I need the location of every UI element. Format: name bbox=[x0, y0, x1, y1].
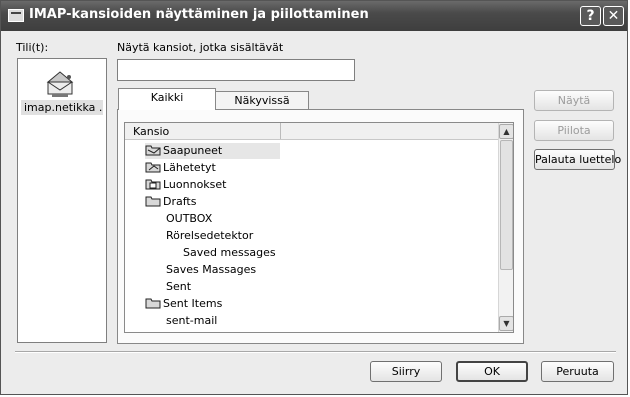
folder-name: Saapuneet bbox=[163, 144, 223, 157]
folder-name: Saves Massages bbox=[166, 263, 257, 276]
help-button[interactable]: ? bbox=[580, 6, 601, 26]
window-title: IMAP-kansioiden näyttäminen ja piilottam… bbox=[29, 7, 369, 22]
folder-row-sent-mail[interactable]: sent-mail bbox=[166, 313, 217, 329]
column-separator[interactable] bbox=[280, 123, 281, 139]
cancel-button[interactable]: Peruuta bbox=[541, 361, 614, 382]
close-button[interactable]: ✕ bbox=[603, 6, 624, 26]
folder-row-rorelsedetektor[interactable]: Rörelsedetektor bbox=[166, 228, 253, 244]
title-bar: IMAP-kansioiden näyttäminen ja piilottam… bbox=[1, 1, 627, 31]
go-button[interactable]: Siirry bbox=[370, 361, 442, 382]
divider bbox=[15, 351, 616, 353]
tab-all[interactable]: Kaikki bbox=[118, 88, 216, 110]
column-header-folder[interactable]: Kansio bbox=[133, 125, 169, 138]
folder-row-sent-items[interactable]: Sent Items bbox=[145, 296, 222, 312]
show-button[interactable]: Näytä bbox=[534, 90, 614, 111]
account-list[interactable]: imap.netikka ... bbox=[17, 58, 107, 343]
folder-icon bbox=[145, 145, 161, 156]
folder-name: Luonnokset bbox=[163, 178, 227, 191]
folder-icon bbox=[145, 196, 161, 207]
folder-row-outbox[interactable]: OUTBOX bbox=[166, 211, 212, 227]
vertical-scrollbar[interactable]: ▲ ▼ bbox=[498, 123, 513, 332]
folder-row-saves-massages[interactable]: Saves Massages bbox=[166, 262, 256, 278]
window-icon bbox=[8, 9, 24, 22]
folder-name: Saved messages bbox=[183, 246, 276, 259]
search-label: Näytä kansiot, jotka sisältävät bbox=[117, 41, 284, 54]
hide-button[interactable]: Piilota bbox=[534, 120, 614, 141]
scroll-up-button[interactable]: ▲ bbox=[499, 124, 513, 139]
ok-button[interactable]: OK bbox=[456, 361, 528, 382]
column-header[interactable]: Kansio bbox=[125, 123, 498, 140]
folder-row-lahetetyt[interactable]: Lähetetyt bbox=[145, 160, 216, 176]
accounts-label: Tili(t): bbox=[16, 41, 49, 54]
folder-name: Lähetetyt bbox=[163, 161, 216, 174]
account-item[interactable]: imap.netikka ... bbox=[21, 100, 103, 115]
folder-icon bbox=[145, 298, 161, 309]
folder-row-saapuneet[interactable]: Saapuneet bbox=[145, 143, 280, 159]
dialog-window: IMAP-kansioiden näyttäminen ja piilottam… bbox=[0, 0, 628, 395]
folder-name: Sent Items bbox=[163, 297, 223, 310]
folder-row-luonnokset[interactable]: Luonnokset bbox=[145, 177, 227, 193]
folder-name: Drafts bbox=[163, 195, 197, 208]
folder-row-sent[interactable]: Sent bbox=[166, 279, 191, 295]
folder-name: OUTBOX bbox=[166, 212, 213, 225]
folder-icon bbox=[145, 162, 161, 173]
scroll-down-button[interactable]: ▼ bbox=[499, 316, 513, 331]
tab-visible[interactable]: Näkyvissä bbox=[215, 91, 309, 111]
folder-list[interactable]: Kansio Saapuneet Lähetetyt Luonnokset Dr… bbox=[124, 122, 514, 333]
folder-row-drafts[interactable]: Drafts bbox=[145, 194, 196, 210]
folder-name: Rörelsedetektor bbox=[166, 229, 254, 242]
folder-name: Sent bbox=[166, 280, 192, 293]
mail-server-icon bbox=[46, 71, 74, 97]
folder-row-saved-messages[interactable]: Saved messages bbox=[183, 245, 276, 261]
scroll-thumb[interactable] bbox=[500, 140, 513, 270]
folder-name: sent-mail bbox=[166, 314, 218, 327]
search-input[interactable] bbox=[117, 59, 355, 81]
folder-icon bbox=[145, 179, 161, 190]
reset-list-button[interactable]: Palauta luettelo bbox=[534, 149, 621, 170]
